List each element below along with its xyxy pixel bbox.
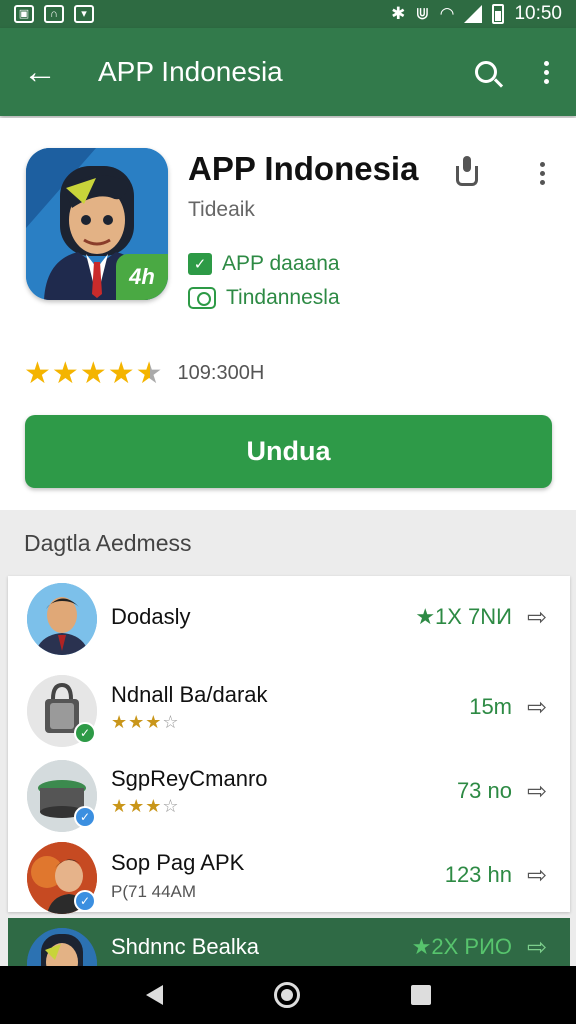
- camera-icon: [188, 287, 216, 309]
- rating-row: ★★★★★ 109:300Н: [24, 356, 264, 391]
- more-vert-icon: [543, 60, 549, 66]
- app-bar-title: APP Indonesia: [98, 56, 283, 87]
- share-icon: ⇨: [526, 777, 548, 805]
- share-icon: ⇨: [526, 933, 548, 961]
- status-bar: ▣ ∩ ▾ ✱ ⋓ ◠ 10:50: [0, 0, 576, 28]
- star-icon: ★: [107, 357, 136, 390]
- checkbox-icon: ✓: [188, 253, 212, 275]
- app-meta-line-1: ✓ APP daaana: [188, 252, 340, 276]
- more-options-button[interactable]: [516, 28, 576, 116]
- list-item-title: SgpReyCmanro: [111, 766, 268, 791]
- share-icon: ⇨: [526, 603, 548, 631]
- list-item-meta: 73 no: [456, 778, 512, 803]
- rating-stars: ★★★★★: [24, 356, 164, 391]
- list-item-title: Dodasly: [111, 604, 191, 629]
- vibrate-icon: ⋓: [415, 4, 430, 23]
- back-button[interactable]: ←: [0, 28, 80, 116]
- list-item-meta: ★2X РИО: [411, 934, 512, 959]
- share-button[interactable]: ⇨: [522, 602, 552, 632]
- app-bar: ← APP Indonesia: [0, 28, 576, 116]
- app-header-card: 4h APP Indonesia Tideaik ✓ APP daaana Ti…: [0, 118, 576, 510]
- list-item-meta: 123 hn: [444, 862, 512, 887]
- star-icon: ★: [128, 796, 146, 816]
- list-item-title: Shdnnc Bealka: [111, 934, 259, 959]
- star-icon: ★: [128, 712, 146, 732]
- app-bar-actions: [456, 28, 576, 116]
- share-icon: ⇨: [526, 861, 548, 889]
- search-button[interactable]: [456, 28, 516, 116]
- list-item-stars: ★★★☆: [111, 796, 180, 817]
- app-meta-line-2: Tindannesla: [188, 286, 340, 310]
- section-title: Dagtla Aedmess: [24, 530, 192, 556]
- app-badge: 4h: [116, 254, 168, 300]
- avatar: [27, 583, 97, 655]
- app-title: APP Indonesia: [188, 150, 419, 187]
- star-icon: ★: [79, 357, 108, 390]
- mic-icon: [456, 156, 478, 186]
- list-item-title: Sop Pag APK: [111, 850, 245, 875]
- share-button[interactable]: ⇨: [522, 860, 552, 890]
- battery-icon: [492, 4, 505, 24]
- app-icon[interactable]: 4h: [26, 148, 168, 300]
- signal-icon: [464, 5, 483, 23]
- star-icon: ★: [145, 712, 163, 732]
- star-icon: ☆: [162, 796, 180, 816]
- share-button[interactable]: ⇨: [522, 932, 552, 962]
- avatar: [27, 928, 97, 966]
- nav-back-button[interactable]: [145, 985, 163, 1005]
- star-icon: ★: [145, 796, 163, 816]
- app-overflow-button[interactable]: [528, 156, 556, 190]
- developer-name[interactable]: Tideaik: [188, 198, 255, 222]
- status-left-icons: ▣ ∩ ▾: [14, 5, 94, 23]
- list-item[interactable]: ✓ SgpReyCmanro ★★★☆ 73 no ⇨: [8, 744, 570, 832]
- share-button[interactable]: ⇨: [522, 776, 552, 806]
- play-icon: ▾: [74, 5, 94, 23]
- list-item-meta: 15m: [469, 694, 512, 719]
- app-list: Dodasly ★1X 7NИ ⇨ ✓ Ndnall Ba/darak ★★★☆…: [8, 576, 570, 914]
- rating-count: 109:300Н: [177, 362, 265, 384]
- star-icon: ★: [24, 357, 52, 390]
- wifi-icon: ◠: [439, 4, 455, 23]
- star-icon: ★: [135, 357, 164, 390]
- share-button[interactable]: ⇨: [522, 692, 552, 722]
- verified-icon: ✓: [74, 806, 96, 828]
- list-item-meta: ★1X 7NИ: [415, 604, 512, 629]
- share-icon: ⇨: [526, 693, 548, 721]
- star-icon: ☆: [162, 712, 180, 732]
- image-icon: ▣: [14, 5, 34, 23]
- star-icon: ★: [111, 712, 129, 732]
- nav-recents-button[interactable]: [410, 985, 431, 1005]
- star-icon: ★: [51, 357, 80, 390]
- arrow-left-icon: ←: [23, 52, 57, 91]
- status-right-icons: ✱ ⋓ ◠ 10:50: [391, 3, 562, 25]
- install-button[interactable]: Undua: [25, 415, 552, 488]
- verified-icon: ✓: [74, 890, 96, 912]
- list-item[interactable]: ✓ Sop Pag APK P(71 44AM 123 hn ⇨: [8, 828, 570, 914]
- bluetooth-icon: ✱: [391, 4, 406, 23]
- star-icon: ★: [111, 796, 129, 816]
- system-nav-bar: [0, 966, 576, 1024]
- list-item-title: Ndnall Ba/darak: [111, 682, 268, 707]
- search-icon: [475, 61, 497, 83]
- list-item-subtitle: P(71 44AM: [111, 882, 197, 901]
- list-item-stars: ★★★☆: [111, 712, 180, 733]
- list-item-highlighted[interactable]: Shdnnc Bealka ★2X РИО ⇨: [8, 918, 570, 966]
- verified-icon: ✓: [74, 722, 96, 744]
- app-meta-2: Tindannesla: [226, 286, 340, 309]
- mic-button[interactable]: [452, 156, 482, 186]
- more-vert-icon: [539, 161, 545, 167]
- list-item[interactable]: Dodasly ★1X 7NИ ⇨: [8, 576, 570, 660]
- list-item[interactable]: ✓ Ndnall Ba/darak ★★★☆ 15m ⇨: [8, 660, 570, 747]
- headset-icon: ∩: [44, 5, 64, 23]
- app-meta-1: APP daaana: [222, 252, 340, 275]
- status-time: 10:50: [514, 3, 562, 24]
- nav-home-button[interactable]: [273, 982, 300, 1008]
